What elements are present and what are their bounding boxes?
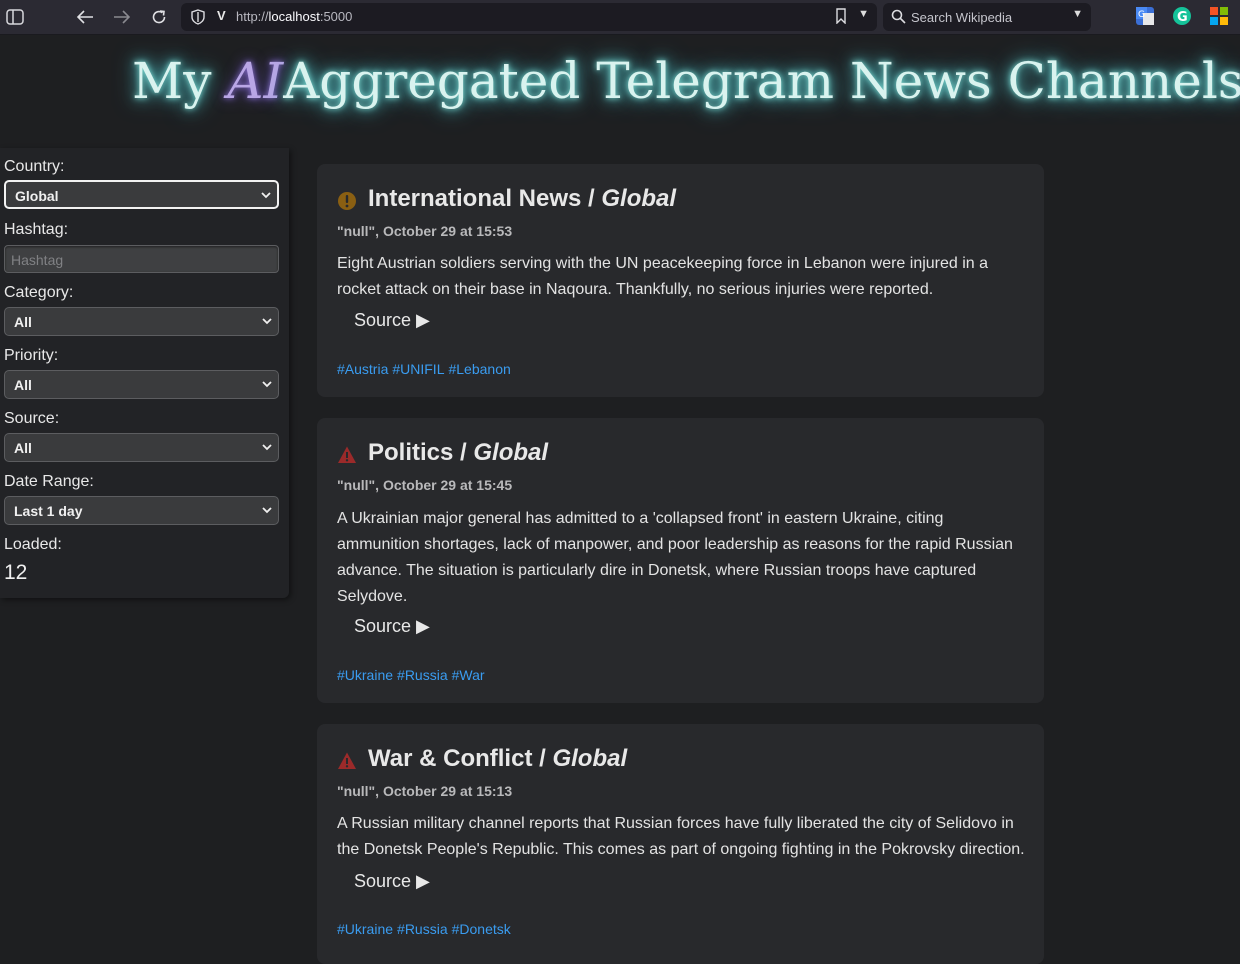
back-arrow-icon[interactable] xyxy=(73,5,97,29)
card-meta: "null", October 29 at 15:45 xyxy=(337,477,513,493)
svg-text:G: G xyxy=(1138,10,1145,20)
news-card: War & Conflict / Global "null", October … xyxy=(317,724,1044,964)
card-title: War & Conflict / Global xyxy=(368,745,628,772)
card-body: A Russian military channel reports that … xyxy=(337,815,1025,858)
hashtag-link[interactable]: #Ukraine xyxy=(337,921,393,937)
country-select[interactable]: Global xyxy=(4,180,279,209)
card-meta: "null", October 29 at 15:53 xyxy=(337,223,513,239)
chevron-down-icon[interactable]: ▼ xyxy=(858,8,869,20)
category-select[interactable]: All xyxy=(4,307,279,336)
source-toggle[interactable]: Source ▶ xyxy=(354,616,430,637)
chevron-down-icon xyxy=(262,444,272,451)
translate-extension-icon[interactable]: G xyxy=(1136,7,1154,25)
filter-sidebar: Country: Global Hashtag: Hashtag Categor… xyxy=(0,148,289,598)
bookmark-icon[interactable] xyxy=(835,8,847,29)
hashtag-input[interactable]: Hashtag xyxy=(4,245,279,273)
category-label: Category: xyxy=(4,284,74,301)
hashtag-link[interactable]: #Lebanon xyxy=(448,361,510,377)
hashtag-label: Hashtag: xyxy=(4,221,69,238)
card-body: Eight Austrian soldiers serving with the… xyxy=(337,255,989,298)
microsoft-extension-icon[interactable] xyxy=(1210,7,1228,25)
browser-toolbar: V http://localhost:5000 ▼ Search Wikiped… xyxy=(0,0,1240,35)
card-tags: #Austria #UNIFIL #Lebanon xyxy=(337,361,515,377)
warning-triangle-icon xyxy=(338,446,356,463)
forward-arrow-icon[interactable] xyxy=(110,5,134,29)
hashtag-link[interactable]: #Donetsk xyxy=(452,921,511,937)
card-meta: "null", October 29 at 15:13 xyxy=(337,783,513,799)
news-card: International News / Global "null", Octo… xyxy=(317,164,1044,397)
chevron-down-icon xyxy=(262,318,272,325)
hashtag-link[interactable]: #Ukraine xyxy=(337,667,393,683)
search-icon xyxy=(891,9,907,30)
chevron-down-icon xyxy=(262,381,272,388)
search-bar[interactable]: Search Wikipedia ▼ xyxy=(883,3,1091,31)
sidebar-toggle-icon[interactable] xyxy=(3,5,27,29)
exclamation-circle-icon xyxy=(338,192,356,210)
card-title: International News / Global xyxy=(368,185,677,212)
hashtag-link[interactable]: #Russia xyxy=(397,921,448,937)
source-select[interactable]: All xyxy=(4,433,279,462)
source-toggle[interactable]: Source ▶ xyxy=(354,310,430,331)
priority-label: Priority: xyxy=(4,347,59,364)
grammarly-extension-icon[interactable]: G xyxy=(1173,7,1191,25)
daterange-select[interactable]: Last 1 day xyxy=(4,496,279,525)
priority-select[interactable]: All xyxy=(4,370,279,399)
card-tags: #Ukraine #Russia #War xyxy=(337,667,489,683)
daterange-label: Date Range: xyxy=(4,473,94,490)
source-toggle[interactable]: Source ▶ xyxy=(354,871,430,892)
chevron-down-icon xyxy=(261,192,271,199)
loaded-label: Loaded: xyxy=(4,536,62,553)
source-label: Source: xyxy=(4,410,60,427)
loaded-count: 12 xyxy=(4,561,28,584)
chevron-down-icon xyxy=(262,507,272,514)
search-placeholder: Search Wikipedia xyxy=(911,10,1013,25)
page-title: My AIAggregated Telegram News Channels! xyxy=(132,52,1240,110)
card-body: A Ukrainian major general has admitted t… xyxy=(337,510,1013,605)
news-card: Politics / Global "null", October 29 at … xyxy=(317,418,1044,703)
card-title: Politics / Global xyxy=(368,439,549,466)
hashtag-link[interactable]: #Russia xyxy=(397,667,448,683)
card-tags: #Ukraine #Russia #Donetsk xyxy=(337,921,515,937)
hashtag-link[interactable]: #War xyxy=(452,667,485,683)
warning-triangle-icon xyxy=(338,752,356,769)
hashtag-link[interactable]: #UNIFIL xyxy=(392,361,444,377)
url-text[interactable]: http://localhost:5000 xyxy=(236,9,352,24)
svg-text:G: G xyxy=(1177,10,1188,25)
v-logo-icon: V xyxy=(217,8,226,23)
shield-icon[interactable] xyxy=(191,9,205,25)
chevron-down-icon[interactable]: ▼ xyxy=(1072,8,1083,20)
reload-icon[interactable] xyxy=(147,5,171,29)
hashtag-link[interactable]: #Austria xyxy=(337,361,388,377)
country-label: Country: xyxy=(4,158,65,175)
address-bar[interactable]: V http://localhost:5000 ▼ xyxy=(181,3,877,31)
page-title-ai: AI xyxy=(227,52,284,110)
